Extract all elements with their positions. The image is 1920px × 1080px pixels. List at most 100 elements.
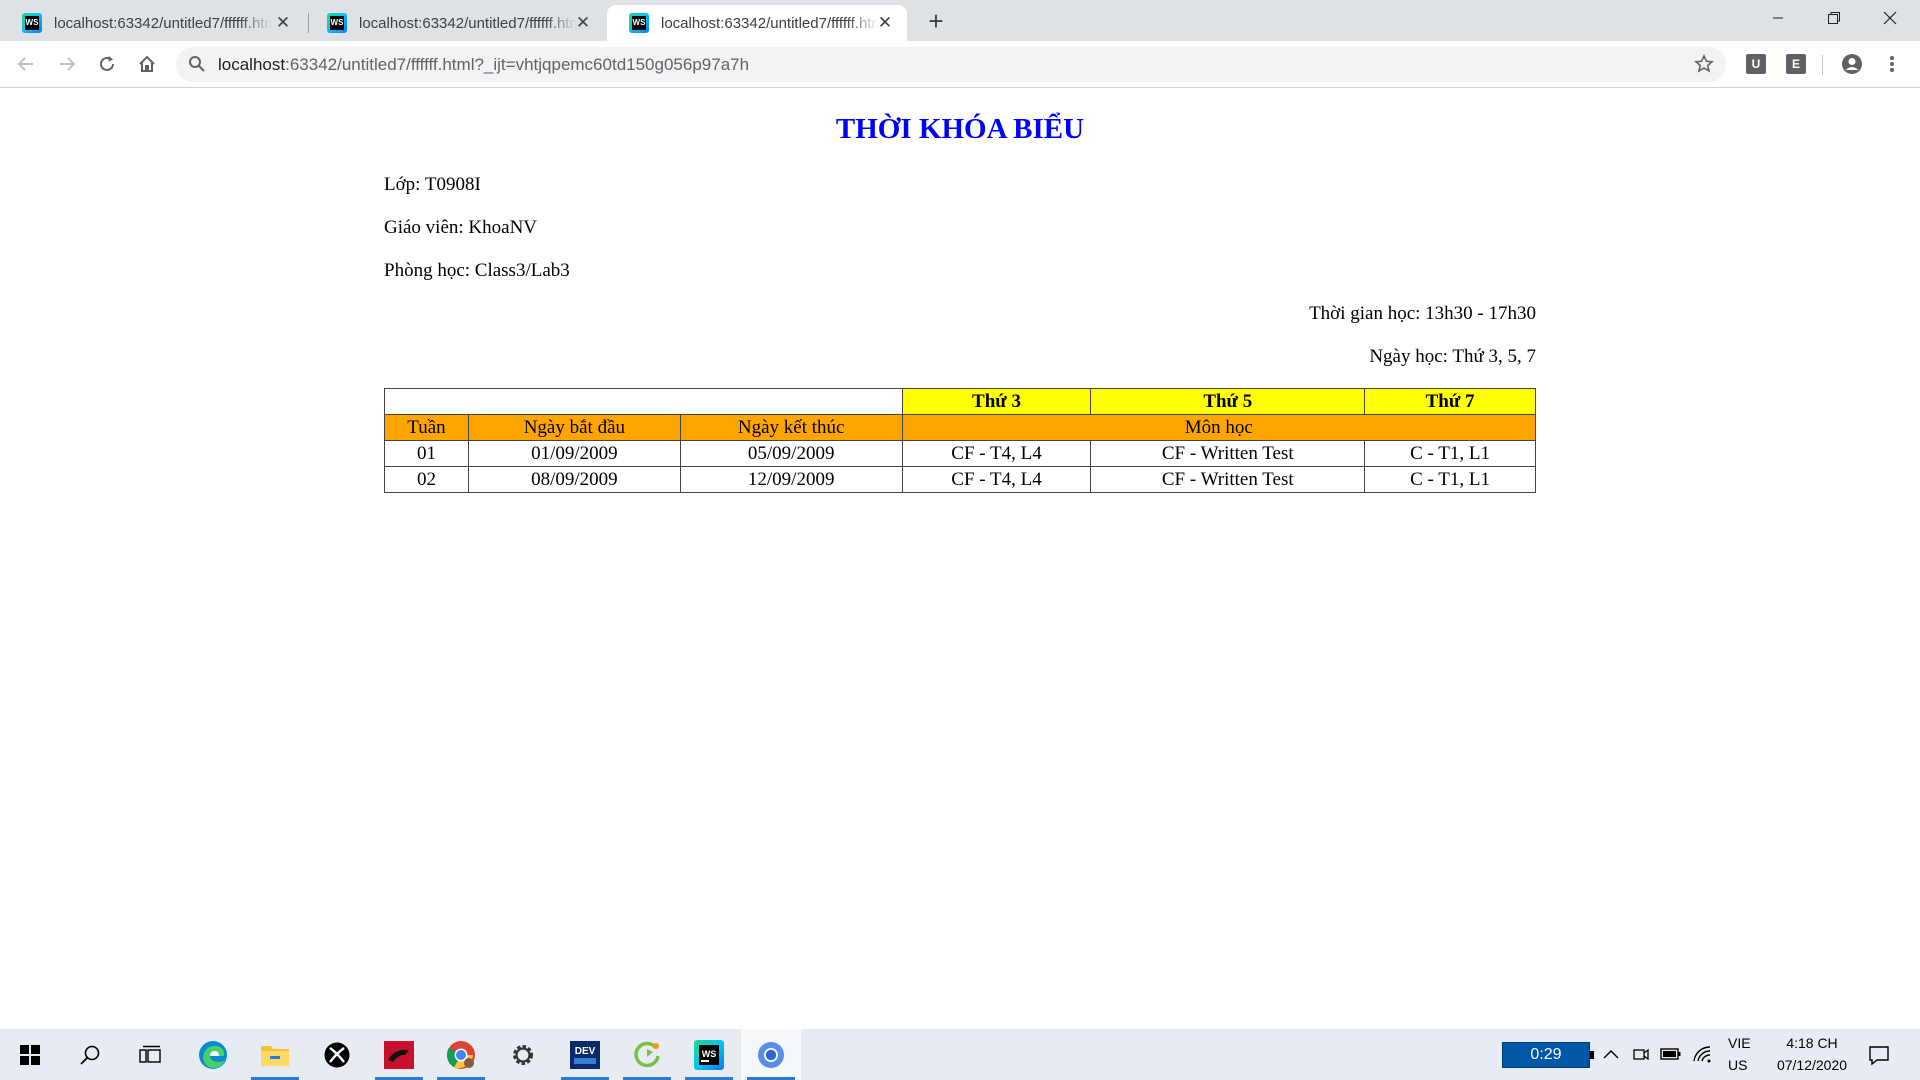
browser-tab-2[interactable]: WS localhost:63342/untitled7/ffffff.html… xyxy=(305,5,605,41)
notification-center-icon[interactable] xyxy=(1868,1044,1890,1066)
subject-cell-thu7: C - T1, L1 xyxy=(1364,466,1536,493)
subject-cell-thu3: CF - T4, L4 xyxy=(901,466,1092,493)
search-icon xyxy=(189,56,205,72)
page-title: THỜI KHÓA BIỂU xyxy=(835,113,1085,145)
minimize-icon xyxy=(1773,17,1783,19)
forward-button[interactable] xyxy=(51,48,83,80)
room-info: Phòng học: Class3/Lab3 xyxy=(384,260,570,281)
tab-close-icon[interactable]: ✕ xyxy=(875,13,895,33)
profile-button[interactable] xyxy=(1836,48,1868,80)
home-icon xyxy=(139,55,155,72)
teacher-info: Giáo viên: KhoaNV xyxy=(384,217,538,238)
start-date-column-header: Ngày bắt đầu xyxy=(467,414,681,441)
battery-icon[interactable] xyxy=(1660,1046,1682,1062)
tab-close-icon[interactable]: ✕ xyxy=(573,13,593,33)
end-date-column-header: Ngày kết thúc xyxy=(679,414,903,441)
home-button[interactable] xyxy=(131,48,163,80)
taskbar-devcpp[interactable]: DEV xyxy=(555,1029,615,1080)
subject-cell-thu3: CF - T4, L4 xyxy=(901,440,1092,467)
extension-u-icon[interactable]: U xyxy=(1746,54,1766,74)
week-column-header: Tuần xyxy=(384,414,469,441)
empty-header-cell xyxy=(384,388,903,415)
study-days-info: Ngày học: Thứ 3, 5, 7 xyxy=(1369,346,1536,367)
reload-button[interactable] xyxy=(91,48,123,80)
subject-column-header: Môn học xyxy=(901,414,1537,441)
browser-toolbar: localhost:63342/untitled7/ffffff.html?_i… xyxy=(0,41,1920,88)
profile-avatar-icon xyxy=(1842,54,1862,74)
browser-tab-1[interactable]: WS localhost:63342/untitled7/ffffff.html… xyxy=(0,5,305,41)
webstorm-icon: WS xyxy=(694,1039,724,1070)
chrome-icon xyxy=(446,1040,475,1069)
back-arrow-icon xyxy=(17,57,33,71)
meet-now-icon[interactable] xyxy=(1632,1045,1650,1063)
folder-icon xyxy=(261,1045,289,1066)
task-view-button[interactable] xyxy=(120,1029,180,1080)
week-cell: 01 xyxy=(384,440,469,467)
taskbar-chrome[interactable] xyxy=(431,1029,491,1080)
restore-button[interactable] xyxy=(1806,0,1862,36)
green-app-icon xyxy=(634,1041,660,1067)
url-text[interactable]: localhost:63342/untitled7/ffffff.html?_i… xyxy=(218,47,749,82)
start-date-cell: 01/09/2009 xyxy=(467,440,681,467)
gear-icon xyxy=(513,1044,533,1065)
tab-close-icon[interactable]: ✕ xyxy=(273,13,293,33)
toolbar-separator xyxy=(1822,55,1823,75)
search-button[interactable] xyxy=(60,1029,120,1080)
language-indicator-bottom[interactable]: US xyxy=(1728,1057,1747,1073)
address-bar[interactable]: localhost:63342/untitled7/ffffff.html?_i… xyxy=(176,47,1726,82)
minimize-button[interactable] xyxy=(1750,0,1806,36)
end-date-cell: 12/09/2009 xyxy=(679,466,903,493)
restore-icon xyxy=(1828,12,1840,24)
subject-cell-thu5: CF - Written Test xyxy=(1090,440,1366,467)
timer-widget[interactable]: 0:29 xyxy=(1502,1042,1590,1068)
kebab-menu-icon xyxy=(1890,56,1894,72)
tab-title: localhost:63342/untitled7/ffffff.html?_i… xyxy=(359,14,577,32)
reload-icon xyxy=(100,56,114,71)
taskbar-edge[interactable] xyxy=(183,1029,243,1080)
webstorm-favicon-icon: WS xyxy=(629,13,649,33)
taskbar-file-explorer[interactable] xyxy=(245,1029,305,1080)
menu-button[interactable] xyxy=(1876,48,1908,80)
windows-taskbar: DEV WS 0:29 VIE US 4:18 CH 07/12/2020 xyxy=(0,1029,1920,1080)
taskbar-xbox[interactable] xyxy=(307,1029,367,1080)
taskbar-green-app[interactable] xyxy=(617,1029,677,1080)
day-header-thu7: Thứ 7 xyxy=(1364,388,1536,415)
day-header-row: Thứ 3 Thứ 5 Thứ 7 xyxy=(384,388,1536,415)
bookmark-star-icon[interactable] xyxy=(1694,54,1714,74)
dev-cpp-icon: DEV xyxy=(570,1040,600,1069)
browser-tab-3-active[interactable]: WS localhost:63342/untitled7/ffffff.html… xyxy=(607,5,907,41)
week-cell: 02 xyxy=(384,466,469,493)
taskbar-webstorm[interactable]: WS xyxy=(679,1029,739,1080)
clock-date[interactable]: 07/12/2020 xyxy=(1766,1057,1858,1073)
xbox-icon xyxy=(324,1042,350,1067)
tab-strip: WS localhost:63342/untitled7/ffffff.html… xyxy=(0,0,1920,41)
red-app-icon xyxy=(384,1040,414,1069)
wifi-icon[interactable] xyxy=(1692,1044,1712,1064)
schedule-table: Thứ 3 Thứ 5 Thứ 7 Tuần Ngày bắt đầu Ngày… xyxy=(384,388,1537,493)
page-content: THỜI KHÓA BIỂU Lớp: T0908I Giáo viên: Kh… xyxy=(0,89,1920,1029)
svg-text:DEV: DEV xyxy=(575,1046,596,1057)
day-header-thu5: Thứ 5 xyxy=(1090,388,1366,415)
show-hidden-icons-chevron-icon[interactable] xyxy=(1603,1048,1619,1060)
search-icon xyxy=(80,1045,100,1065)
tab-title: localhost:63342/untitled7/ffffff.html?_i… xyxy=(54,14,272,32)
taskbar-settings[interactable] xyxy=(493,1029,553,1080)
close-icon xyxy=(1883,11,1897,25)
webstorm-favicon-icon: WS xyxy=(327,13,347,33)
study-time-info: Thời gian học: 13h30 - 17h30 xyxy=(1309,303,1536,324)
forward-arrow-icon xyxy=(60,57,76,71)
close-window-button[interactable] xyxy=(1862,0,1918,36)
taskbar-chromium-active[interactable] xyxy=(741,1029,801,1080)
back-button[interactable] xyxy=(10,48,42,80)
class-info: Lớp: T0908I xyxy=(384,174,481,195)
table-row: 02 08/09/2009 12/09/2009 CF - T4, L4 CF … xyxy=(384,466,1536,493)
webstorm-favicon-icon: WS xyxy=(22,13,42,33)
start-date-cell: 08/09/2009 xyxy=(467,466,681,493)
start-button[interactable] xyxy=(0,1029,60,1080)
language-indicator-top[interactable]: VIE xyxy=(1728,1035,1751,1051)
taskbar-app-red[interactable] xyxy=(369,1029,429,1080)
extension-e-icon[interactable]: E xyxy=(1786,54,1806,74)
clock-time[interactable]: 4:18 CH xyxy=(1782,1035,1842,1051)
new-tab-button[interactable]: + xyxy=(921,7,951,37)
subject-cell-thu7: C - T1, L1 xyxy=(1364,440,1536,467)
